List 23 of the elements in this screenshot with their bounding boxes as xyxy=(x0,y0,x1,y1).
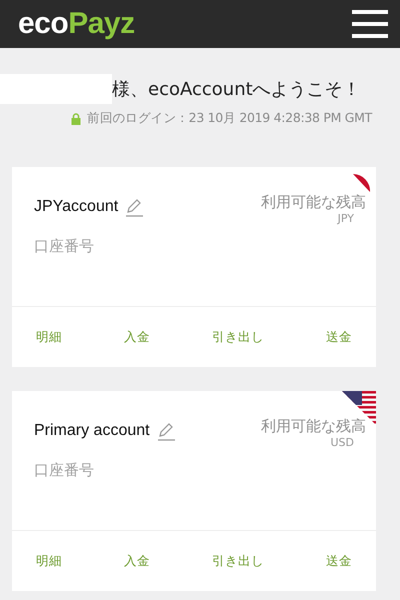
action-link[interactable]: 送金 xyxy=(326,552,352,570)
action-link[interactable]: 送金 xyxy=(326,328,352,346)
balance-label: 利用可能な残高 xyxy=(261,417,366,436)
account-name: Primary account xyxy=(34,422,150,440)
balance-label: 利用可能な残高 xyxy=(261,193,366,212)
lock-icon xyxy=(71,112,82,124)
logo[interactable]: ecoPayz xyxy=(18,7,135,41)
last-login-text: 前回のログイン：23 10月 2019 4:28:38 PM GMT xyxy=(87,110,372,127)
menu-button[interactable] xyxy=(352,10,388,38)
action-link[interactable]: 引き出し xyxy=(212,328,264,346)
action-link[interactable]: 入金 xyxy=(124,552,150,570)
action-link[interactable]: 明細 xyxy=(36,552,62,570)
action-link[interactable]: 入金 xyxy=(124,328,150,346)
account-number-label: 口座番号 xyxy=(34,237,95,256)
pencil-icon[interactable] xyxy=(156,421,176,441)
account-number-label: 口座番号 xyxy=(34,461,95,480)
account-name: JPYaccount xyxy=(34,198,118,216)
welcome-text: 様、ecoAccountへようこそ！ xyxy=(112,78,361,101)
pencil-icon[interactable] xyxy=(124,197,144,217)
currency-label: JPY xyxy=(338,212,354,225)
action-link[interactable]: 引き出し xyxy=(212,552,264,570)
action-link[interactable]: 明細 xyxy=(36,328,62,346)
currency-label: USD xyxy=(330,436,354,449)
